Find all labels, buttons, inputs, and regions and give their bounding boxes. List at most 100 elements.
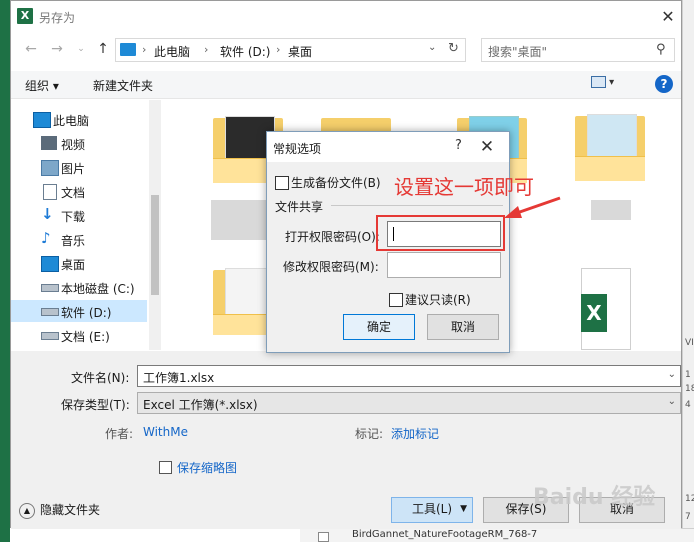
sidebar-item-drive-c[interactable]: 本地磁盘 (C:) xyxy=(11,276,147,298)
search-box[interactable]: 搜索"桌面" ⚲ xyxy=(481,38,675,62)
desktop-icon xyxy=(41,256,59,272)
hide-folders-label: 隐藏文件夹 xyxy=(40,503,101,517)
background-excel-strip xyxy=(0,0,10,542)
document-icon xyxy=(43,184,57,200)
excel-file-item[interactable]: X xyxy=(581,268,631,350)
chevron-down-icon[interactable]: ⌄ xyxy=(428,42,436,53)
author-label: 作者: xyxy=(105,427,134,441)
bg-text: 4 xyxy=(685,400,691,410)
chevron-up-icon: ▲ xyxy=(19,502,35,519)
nav-scrollbar[interactable] xyxy=(149,100,161,350)
save-form: 文件名(N): 工作簿1.xlsx ⌄ 保存类型(T): Excel 工作簿(*… xyxy=(11,351,681,529)
backup-checkbox[interactable] xyxy=(275,176,289,190)
sidebar-item-music[interactable]: ♪ 音乐 xyxy=(11,228,147,250)
breadcrumb-desktop[interactable]: 桌面 xyxy=(288,43,312,60)
folder-item[interactable] xyxy=(575,114,645,181)
open-password-label: 打开权限密码(O): xyxy=(285,230,380,244)
drive-icon xyxy=(41,308,59,316)
title-bar: X 另存为 ✕ xyxy=(11,1,681,33)
thumbnail-checkbox[interactable] xyxy=(159,461,172,474)
breadcrumb-drive-d[interactable]: 软件 (D:) xyxy=(220,43,270,60)
sidebar-item-label: 桌面 xyxy=(61,258,86,272)
sidebar-item-downloads[interactable]: ↓ 下载 xyxy=(11,204,147,226)
chevron-down-icon[interactable]: ⌄ xyxy=(668,369,676,380)
chevron-down-icon: ▼ xyxy=(460,504,467,514)
sidebar-item-label: 文档 (E:) xyxy=(61,330,110,344)
baidu-watermark: Baidu 经验 xyxy=(533,485,656,510)
computer-icon xyxy=(120,43,136,56)
readonly-label[interactable]: 建议只读(R) xyxy=(405,291,471,308)
filetype-label: 保存类型(T): xyxy=(61,398,130,412)
tags-value[interactable]: 添加标记 xyxy=(391,425,439,442)
sidebar-item-label: 此电脑 xyxy=(53,114,90,128)
picture-icon xyxy=(41,160,59,176)
filename-input[interactable]: 工作簿1.xlsx ⌄ xyxy=(137,365,681,387)
computer-icon xyxy=(33,112,51,128)
search-icon: ⚲ xyxy=(656,42,666,57)
bg-text: 18 xyxy=(685,384,694,394)
help-icon[interactable]: ? xyxy=(455,138,462,153)
chevron-down-icon: ⌄ xyxy=(667,396,676,407)
excel-file-icon: X xyxy=(581,294,607,332)
checkbox-icon xyxy=(318,532,329,542)
sidebar-item-videos[interactable]: 视频 xyxy=(11,132,147,154)
modify-password-input[interactable] xyxy=(387,252,501,278)
options-cancel-button[interactable]: 取消 xyxy=(427,314,499,340)
file-sharing-group-label: 文件共享 xyxy=(275,200,324,214)
sidebar-item-documents[interactable]: 文档 xyxy=(11,180,147,202)
sidebar-item-label: 图片 xyxy=(61,162,86,176)
tools-button[interactable]: 工具(L) ▼ xyxy=(391,497,473,523)
breadcrumb-this-pc[interactable]: 此电脑 xyxy=(154,43,190,60)
hide-folders-button[interactable]: ▲ 隐藏文件夹 xyxy=(19,501,100,519)
sidebar-item-label: 文档 xyxy=(61,186,86,200)
close-button[interactable]: ✕ xyxy=(657,6,679,28)
filetype-select[interactable]: Excel 工作簿(*.xlsx) ⌄ xyxy=(137,392,681,414)
sidebar-item-pictures[interactable]: 图片 xyxy=(11,156,147,178)
sidebar-item-label: 视频 xyxy=(61,138,86,152)
view-button[interactable]: ▾ xyxy=(591,76,627,92)
bg-text: VI xyxy=(685,338,694,348)
drive-icon xyxy=(41,332,59,340)
scrollbar-thumb[interactable] xyxy=(151,195,159,295)
refresh-icon[interactable]: ↻ xyxy=(448,41,459,56)
help-icon[interactable]: ? xyxy=(655,75,673,93)
breadcrumb-separator-icon: › xyxy=(204,43,209,56)
new-folder-button[interactable]: 新建文件夹 xyxy=(93,77,153,94)
bg-text: 7 xyxy=(685,512,691,522)
download-icon: ↓ xyxy=(41,205,54,223)
video-icon xyxy=(41,136,57,150)
sidebar-item-drive-d[interactable]: 软件 (D:) xyxy=(11,300,147,322)
bg-text: 12 xyxy=(685,494,694,504)
tags-label: 标记: xyxy=(355,427,384,441)
backup-label[interactable]: 生成备份文件(B) xyxy=(291,174,381,191)
background-right-strip: VI 1 18 4 12 7 xyxy=(682,0,694,542)
back-arrow-icon[interactable]: ← xyxy=(21,39,41,59)
drive-icon xyxy=(41,284,59,292)
organize-button[interactable]: 组织 ▾ xyxy=(25,77,59,94)
sidebar-item-label: 本地磁盘 (C:) xyxy=(61,282,135,296)
excel-app-icon: X xyxy=(17,8,33,24)
sidebar-item-label: 软件 (D:) xyxy=(61,306,112,320)
command-bar: 组织 ▾ 新建文件夹 ▾ ? xyxy=(11,71,681,99)
address-bar[interactable]: › 此电脑 › 软件 (D:) › 桌面 ⌄ ↻ xyxy=(115,38,466,62)
forward-arrow-icon[interactable]: → xyxy=(47,39,67,59)
navigation-pane: 此电脑 视频 图片 文档 ↓ 下载 ♪ 音乐 桌面 本地磁盘 (C:) 软件 (… xyxy=(11,100,157,350)
recent-chevron-icon[interactable]: ⌄ xyxy=(71,39,91,59)
thumbnail-label[interactable]: 保存缩略图 xyxy=(177,459,237,476)
close-icon[interactable]: ✕ xyxy=(475,135,499,159)
readonly-checkbox[interactable] xyxy=(389,293,403,307)
sidebar-item-desktop[interactable]: 桌面 xyxy=(11,252,147,274)
breadcrumb-separator-icon: › xyxy=(276,43,281,56)
background-file-row: BirdGannet_NatureFootageRM_768-7 xyxy=(300,528,694,542)
blurred-label xyxy=(211,200,267,240)
options-title: 常规选项 xyxy=(273,142,322,156)
options-title-bar: 常规选项 ? ✕ xyxy=(267,132,509,162)
window-title: 另存为 xyxy=(39,11,76,25)
filetype-value: Excel 工作簿(*.xlsx) xyxy=(143,398,258,412)
sidebar-item-this-pc[interactable]: 此电脑 xyxy=(11,108,147,130)
author-value[interactable]: WithMe xyxy=(143,425,188,439)
ok-button[interactable]: 确定 xyxy=(343,314,415,340)
sidebar-item-drive-e[interactable]: 文档 (E:) xyxy=(11,324,147,346)
up-arrow-icon[interactable]: ↑ xyxy=(93,39,113,59)
search-input[interactable]: 搜索"桌面" xyxy=(488,43,547,60)
